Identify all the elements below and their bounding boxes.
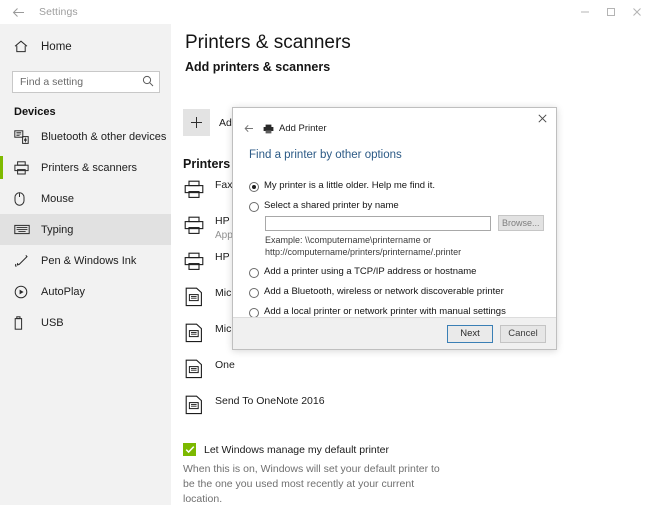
autoplay-icon <box>14 285 32 299</box>
printer-icon <box>181 248 207 274</box>
title-bar: Settings <box>0 0 650 24</box>
sidebar-item-bluetooth-other-devices[interactable]: Bluetooth & other devices <box>0 121 171 152</box>
sidebar-item-label: Pen & Windows Ink <box>41 254 137 267</box>
sidebar-item-printers-scanners[interactable]: Printers & scanners <box>0 152 171 183</box>
cancel-button[interactable]: Cancel <box>500 324 546 343</box>
search-input[interactable] <box>13 72 159 92</box>
pen-icon <box>14 254 32 268</box>
list-item-text: One <box>215 356 235 373</box>
checkbox-checked-icon[interactable] <box>183 443 196 456</box>
sidebar-item-home[interactable]: Home <box>0 31 171 62</box>
sidebar-item-label: AutoPlay <box>41 285 86 298</box>
printer-icon <box>263 124 274 134</box>
radio-option-tcpip[interactable]: Add a printer using a TCP/IP address or … <box>249 266 544 279</box>
sidebar-item-label: Printers & scanners <box>41 161 137 174</box>
back-arrow-icon[interactable] <box>242 122 255 135</box>
mouse-icon <box>14 191 32 206</box>
printer-name: One <box>215 359 235 371</box>
sidebar-item-typing[interactable]: Typing <box>0 214 171 245</box>
sidebar-item-usb[interactable]: USB <box>0 307 171 338</box>
list-item[interactable]: One <box>181 354 481 390</box>
add-printer-dialog: Add Printer Find a printer by other opti… <box>232 107 557 350</box>
sidebar-group-header-devices: Devices <box>14 106 56 118</box>
radio-option-bluetooth-wireless[interactable]: Add a Bluetooth, wireless or network dis… <box>249 286 544 299</box>
document-printer-icon <box>181 320 207 346</box>
sidebar-item-home-label: Home <box>41 40 72 53</box>
printer-name: Mic <box>215 287 232 299</box>
title-bar-left: Settings <box>0 0 78 24</box>
section-header-add-printers: Add printers & scanners <box>185 60 331 74</box>
dialog-footer: Next Cancel <box>233 317 556 349</box>
search-icon <box>142 75 154 90</box>
radio-option-older-printer[interactable]: My printer is a little older. Help me fi… <box>249 180 544 192</box>
usb-icon <box>14 315 32 330</box>
close-icon[interactable] <box>529 109 555 127</box>
sidebar-item-label: Bluetooth & other devices <box>41 130 167 143</box>
search-box[interactable] <box>12 71 160 93</box>
document-printer-icon <box>181 392 207 418</box>
settings-window: Settings Home Find a setting Devices Blu… <box>0 0 650 505</box>
next-button[interactable]: Next <box>447 324 493 343</box>
shared-printer-name-input[interactable] <box>265 215 491 231</box>
radio-button[interactable] <box>249 268 259 279</box>
radio-button-selected[interactable] <box>249 182 259 192</box>
radio-option-label: My printer is a little older. Help me fi… <box>264 180 436 191</box>
radio-button[interactable] <box>249 288 259 299</box>
list-item-text: Mic <box>215 284 231 301</box>
printer-icon <box>181 176 207 202</box>
example-line-2: http://computername/printers/printername… <box>265 247 462 258</box>
sidebar-item-autoplay[interactable]: AutoPlay <box>0 276 171 307</box>
close-button[interactable] <box>624 0 650 24</box>
page-title: Printers & scanners <box>185 32 351 53</box>
document-printer-icon <box>181 284 207 310</box>
dialog-title: Add Printer <box>279 123 327 134</box>
printer-status: App <box>215 229 233 241</box>
default-printer-setting: Let Windows manage my default printer Wh… <box>183 443 483 505</box>
list-item-text: Fax <box>215 176 233 193</box>
window-title: Settings <box>39 6 78 18</box>
dialog-header: Add Printer <box>242 122 327 135</box>
list-item-text: Mic <box>215 320 231 337</box>
keyboard-icon <box>14 224 32 235</box>
example-path-text: Example: \\computername\printername or h… <box>265 234 544 258</box>
minimize-button[interactable] <box>572 0 598 24</box>
sidebar-item-label: Mouse <box>41 192 75 205</box>
printer-name: Mic <box>215 323 232 335</box>
document-printer-icon <box>181 356 207 382</box>
dialog-heading: Find a printer by other options <box>249 149 402 161</box>
sidebar: Home Devices Bluetooth & other <box>0 24 171 505</box>
list-item[interactable]: Send To OneNote 2016 <box>181 390 481 426</box>
sidebar-item-pen-windows-ink[interactable]: Pen & Windows Ink <box>0 245 171 276</box>
radio-option-label: Add a printer using a TCP/IP address or … <box>264 266 477 278</box>
window-controls <box>572 0 650 24</box>
example-line-1: Example: \\computername\printername or <box>265 235 432 245</box>
radio-button[interactable] <box>249 202 259 212</box>
sidebar-item-label: USB <box>41 316 64 329</box>
section-header-printers: Printers <box>183 157 231 171</box>
sidebar-item-label: Typing <box>41 223 74 236</box>
radio-option-label: Select a shared printer by name <box>264 200 399 211</box>
browse-button[interactable]: Browse... <box>497 215 544 231</box>
default-printer-label: Let Windows manage my default printer <box>204 443 390 456</box>
default-printer-checkbox-row[interactable]: Let Windows manage my default printer <box>183 443 483 456</box>
radio-option-shared-printer[interactable]: Select a shared printer by name <box>249 200 544 212</box>
radio-option-label: Add a Bluetooth, wireless or network dis… <box>264 286 504 298</box>
bluetooth-devices-icon <box>14 129 32 144</box>
printer-name: Fax <box>215 179 233 191</box>
shared-printer-name-row: Browse... <box>265 215 544 231</box>
sidebar-item-mouse[interactable]: Mouse <box>0 183 171 214</box>
printer-icon <box>14 160 32 175</box>
home-icon <box>14 40 32 53</box>
plus-icon <box>183 109 210 136</box>
list-item-text: Send To OneNote 2016 <box>215 392 325 409</box>
default-printer-description: When this is on, Windows will set your d… <box>183 463 440 505</box>
dialog-options-group: My printer is a little older. Help me fi… <box>249 180 544 327</box>
printer-icon <box>181 212 207 238</box>
maximize-button[interactable] <box>598 0 624 24</box>
back-arrow-icon[interactable] <box>9 3 27 21</box>
printer-name: Send To OneNote 2016 <box>215 395 325 407</box>
